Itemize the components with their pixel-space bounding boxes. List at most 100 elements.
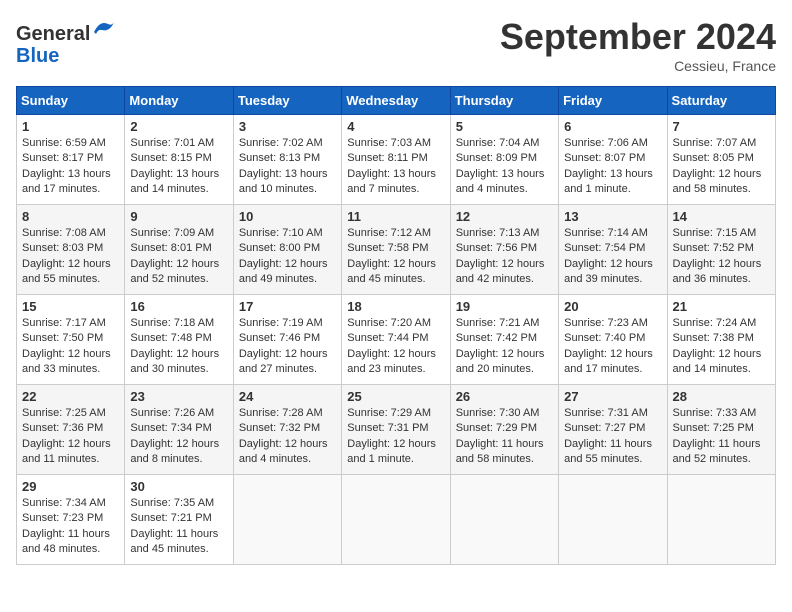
day-info-line: and 10 minutes. [239, 182, 336, 197]
day-info-line: Sunrise: 7:30 AM [456, 406, 553, 421]
day-info-line: and 17 minutes. [22, 182, 119, 197]
day-info-line: and 55 minutes. [564, 452, 661, 467]
day-info-line: Sunset: 7:23 PM [22, 511, 119, 526]
calendar-cell: 16Sunrise: 7:18 AMSunset: 7:48 PMDayligh… [125, 295, 233, 385]
day-info-line: Sunrise: 6:59 AM [22, 136, 119, 151]
day-number: 11 [347, 209, 444, 224]
col-header-thursday: Thursday [450, 87, 558, 115]
day-content: Sunrise: 7:33 AMSunset: 7:25 PMDaylight:… [673, 406, 770, 468]
calendar-cell [559, 475, 667, 565]
day-info-line: Sunrise: 7:33 AM [673, 406, 770, 421]
day-info-line: Daylight: 12 hours [564, 347, 661, 362]
day-content: Sunrise: 7:08 AMSunset: 8:03 PMDaylight:… [22, 226, 119, 288]
day-info-line: Daylight: 12 hours [347, 437, 444, 452]
calendar-cell: 7 Sunrise: 7:07 AMSunset: 8:05 PMDaylight… [667, 115, 775, 205]
day-number: 20 [564, 299, 661, 314]
day-info-line: Sunset: 8:05 PM [673, 151, 770, 166]
calendar-cell: 15Sunrise: 7:17 AMSunset: 7:50 PMDayligh… [17, 295, 125, 385]
calendar-cell: 18Sunrise: 7:20 AMSunset: 7:44 PMDayligh… [342, 295, 450, 385]
col-header-friday: Friday [559, 87, 667, 115]
day-info-line: Sunrise: 7:23 AM [564, 316, 661, 331]
day-info-line: Sunset: 7:25 PM [673, 421, 770, 436]
week-row-2: 15Sunrise: 7:17 AMSunset: 7:50 PMDayligh… [17, 295, 776, 385]
day-number: 26 [456, 389, 553, 404]
day-content: Sunrise: 7:15 AMSunset: 7:52 PMDaylight:… [673, 226, 770, 288]
day-info-line: Sunrise: 7:12 AM [347, 226, 444, 241]
day-info-line: Daylight: 12 hours [456, 257, 553, 272]
day-info-line: Daylight: 11 hours [456, 437, 553, 452]
day-info-line: and 55 minutes. [22, 272, 119, 287]
day-number: 6 [564, 119, 661, 134]
title-block: September 2024 Cessieu, France [500, 16, 776, 74]
day-info-line: and 1 minute. [564, 182, 661, 197]
day-info-line: Sunset: 7:34 PM [130, 421, 227, 436]
day-info-line: Daylight: 13 hours [130, 167, 227, 182]
day-info-line: Sunset: 7:46 PM [239, 331, 336, 346]
day-info-line: Daylight: 12 hours [22, 347, 119, 362]
day-info-line: Sunrise: 7:25 AM [22, 406, 119, 421]
day-number: 29 [22, 479, 119, 494]
day-info-line: Sunrise: 7:04 AM [456, 136, 553, 151]
day-info-line: and 7 minutes. [347, 182, 444, 197]
day-info-line: Sunset: 7:32 PM [239, 421, 336, 436]
day-info-line: Sunrise: 7:31 AM [564, 406, 661, 421]
day-info-line: Daylight: 12 hours [673, 257, 770, 272]
day-info-line: and 33 minutes. [22, 362, 119, 377]
day-info-line: and 30 minutes. [130, 362, 227, 377]
calendar-cell: 13 Sunrise: 7:14 AMSunset: 7:54 PMDayligh… [559, 205, 667, 295]
col-header-sunday: Sunday [17, 87, 125, 115]
month-title: September 2024 [500, 16, 776, 58]
calendar-cell: 14Sunrise: 7:15 AMSunset: 7:52 PMDayligh… [667, 205, 775, 295]
calendar-cell: 30Sunrise: 7:35 AMSunset: 7:21 PMDayligh… [125, 475, 233, 565]
day-number: 21 [673, 299, 770, 314]
day-info-line: Sunset: 7:52 PM [673, 241, 770, 256]
day-info-line: Sunset: 8:13 PM [239, 151, 336, 166]
day-info-line: and 8 minutes. [130, 452, 227, 467]
calendar-cell: 28Sunrise: 7:33 AMSunset: 7:25 PMDayligh… [667, 385, 775, 475]
calendar-cell: 21 Sunrise: 7:24 AMSunset: 7:38 PMDayligh… [667, 295, 775, 385]
calendar-cell: 6Sunrise: 7:06 AMSunset: 8:07 PMDaylight… [559, 115, 667, 205]
day-content: Sunrise: 7:14 AMSunset: 7:54 PMDaylight:… [564, 226, 661, 288]
day-number: 7 [673, 119, 770, 134]
calendar-cell: 17Sunrise: 7:19 AMSunset: 7:46 PMDayligh… [233, 295, 341, 385]
day-info-line: Sunrise: 7:28 AM [239, 406, 336, 421]
day-info-line: and 23 minutes. [347, 362, 444, 377]
calendar-cell: 11Sunrise: 7:12 AMSunset: 7:58 PMDayligh… [342, 205, 450, 295]
day-number: 3 [239, 119, 336, 134]
day-info-line: Daylight: 13 hours [22, 167, 119, 182]
calendar-cell: 25Sunrise: 7:29 AMSunset: 7:31 PMDayligh… [342, 385, 450, 475]
day-content: Sunrise: 7:09 AMSunset: 8:01 PMDaylight:… [130, 226, 227, 288]
day-info-line: and 49 minutes. [239, 272, 336, 287]
calendar-cell: 12Sunrise: 7:13 AMSunset: 7:56 PMDayligh… [450, 205, 558, 295]
day-content: Sunrise: 7:20 AMSunset: 7:44 PMDaylight:… [347, 316, 444, 378]
day-info-line: and 52 minutes. [130, 272, 227, 287]
day-content: Sunrise: 7:24 AMSunset: 7:38 PMDaylight:… [673, 316, 770, 378]
day-info-line: Daylight: 12 hours [673, 347, 770, 362]
calendar-cell: 1Sunrise: 6:59 AMSunset: 8:17 PMDaylight… [17, 115, 125, 205]
day-info-line: Daylight: 12 hours [456, 347, 553, 362]
day-number: 13 [564, 209, 661, 224]
day-info-line: Sunset: 7:38 PM [673, 331, 770, 346]
day-content: Sunrise: 7:19 AMSunset: 7:46 PMDaylight:… [239, 316, 336, 378]
day-info-line: Daylight: 12 hours [673, 167, 770, 182]
day-info-line: and 52 minutes. [673, 452, 770, 467]
day-content: Sunrise: 7:10 AMSunset: 8:00 PMDaylight:… [239, 226, 336, 288]
day-info-line: Sunrise: 7:07 AM [673, 136, 770, 151]
header-row: SundayMondayTuesdayWednesdayThursdayFrid… [17, 87, 776, 115]
day-info-line: Daylight: 11 hours [673, 437, 770, 452]
day-info-line: Daylight: 13 hours [347, 167, 444, 182]
day-info-line: Sunset: 7:44 PM [347, 331, 444, 346]
day-number: 2 [130, 119, 227, 134]
logo: General Blue [16, 16, 116, 67]
day-content: Sunrise: 7:35 AMSunset: 7:21 PMDaylight:… [130, 496, 227, 558]
day-info-line: Sunrise: 7:35 AM [130, 496, 227, 511]
day-content: Sunrise: 7:04 AMSunset: 8:09 PMDaylight:… [456, 136, 553, 198]
day-content: Sunrise: 7:13 AMSunset: 7:56 PMDaylight:… [456, 226, 553, 288]
day-info-line: Daylight: 12 hours [564, 257, 661, 272]
day-info-line: Sunset: 7:50 PM [22, 331, 119, 346]
day-content: Sunrise: 7:25 AMSunset: 7:36 PMDaylight:… [22, 406, 119, 468]
logo-blue: Blue [16, 45, 59, 67]
day-info-line: Sunset: 7:58 PM [347, 241, 444, 256]
day-info-line: Sunrise: 7:24 AM [673, 316, 770, 331]
day-info-line: Sunset: 8:07 PM [564, 151, 661, 166]
